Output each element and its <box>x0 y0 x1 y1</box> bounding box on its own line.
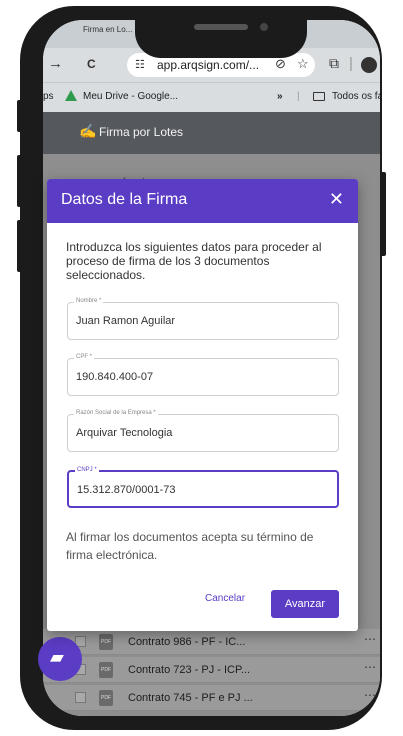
cnpj-label: CNPJ * <box>75 467 99 473</box>
bookmark-star-icon[interactable]: ☆ <box>297 56 309 72</box>
bookmarks-overflow[interactable]: » <box>277 91 283 102</box>
name-label: Nombre * <box>74 298 104 304</box>
app-header: ✍ Firma por Lotes ⋮ <box>43 112 380 154</box>
chat-icon: ▰ <box>50 647 64 667</box>
company-name-label: Razón Social de la Empresa * <box>74 410 158 416</box>
dialog-title: Datos de la Firma <box>61 191 188 208</box>
tab-title[interactable]: Firma en Lo... <box>83 25 132 34</box>
row-checkbox[interactable] <box>75 692 86 703</box>
url-text: app.arqsign.com/... <box>157 58 260 72</box>
back-icon[interactable]: → <box>48 55 63 72</box>
company-name-field[interactable]: Razón Social de la Empresa * <box>67 410 339 452</box>
chat-fab[interactable]: ▰ <box>38 637 82 681</box>
name-field[interactable]: Nombre * <box>67 298 339 340</box>
document-row[interactable]: PDF Contrato 986 - PF - IC... ⋯ <box>43 629 380 655</box>
speaker <box>194 24 248 30</box>
pdf-icon: PDF <box>99 634 113 650</box>
document-name: Contrato 745 - PF e PJ ... <box>128 692 253 704</box>
document-row[interactable]: PDF Contrato 745 - PF e PJ ... ⋯ <box>43 685 380 711</box>
front-camera <box>260 23 268 31</box>
bookmark-apps[interactable]: ps <box>43 91 54 102</box>
profile-icon[interactable] <box>361 57 377 73</box>
menu-kebab-icon[interactable]: ⋮ <box>376 124 380 141</box>
pdf-icon: PDF <box>99 690 113 706</box>
site-settings-icon[interactable]: ☷ <box>135 58 145 71</box>
reload-icon[interactable]: C <box>87 57 96 71</box>
bookmark-meu-drive[interactable]: Meu Drive - Google... <box>83 91 178 102</box>
dialog-header: Datos de la Firma ✕ <box>47 179 358 223</box>
cnpj-field[interactable]: CNPJ * <box>67 467 339 508</box>
folder-icon <box>313 92 325 101</box>
cpf-field[interactable]: CPF * <box>67 354 339 396</box>
next-button[interactable]: Avanzar <box>271 590 339 618</box>
cnpj-input[interactable] <box>77 484 332 496</box>
separator-bar: | <box>297 91 300 102</box>
cpf-input[interactable] <box>76 371 331 383</box>
terms-text: Al firmar los documentos acepta su térmi… <box>66 530 314 562</box>
bookmarks-bar: ps Meu Drive - Google... » | Todos os fa <box>43 82 380 112</box>
signature-data-dialog: Datos de la Firma ✕ Introduzca los sigui… <box>47 179 358 631</box>
more-options-icon[interactable]: ⋯ <box>364 632 376 646</box>
bookmark-todos[interactable]: Todos os fa <box>332 91 380 102</box>
document-name: Contrato 986 - PF - IC... <box>128 636 246 648</box>
cpf-label: CPF * <box>74 354 95 360</box>
tracking-off-icon[interactable]: ⊘ <box>275 56 286 72</box>
more-options-icon[interactable]: ⋯ <box>364 688 376 702</box>
company-name-input[interactable] <box>76 427 331 439</box>
close-icon[interactable]: ✕ <box>329 189 344 210</box>
document-name: Contrato 723 - PJ - ICP... <box>128 664 251 676</box>
phone-notch <box>135 6 307 58</box>
separator-bar: | <box>349 55 353 72</box>
name-input[interactable] <box>76 315 331 327</box>
document-row[interactable]: PDF Contrato 723 - PJ - ICP... ⋯ <box>43 657 380 683</box>
drive-icon <box>65 90 77 101</box>
cancel-button[interactable]: Cancelar <box>205 593 245 604</box>
more-options-icon[interactable]: ⋯ <box>364 660 376 674</box>
signature-pen-icon: ✍ <box>79 123 97 139</box>
dialog-description: Introduzca los siguientes datos para pro… <box>66 240 322 282</box>
pdf-icon: PDF <box>99 662 113 678</box>
app-title: Firma por Lotes <box>99 125 184 139</box>
extensions-icon[interactable]: ⧉ <box>329 55 339 72</box>
